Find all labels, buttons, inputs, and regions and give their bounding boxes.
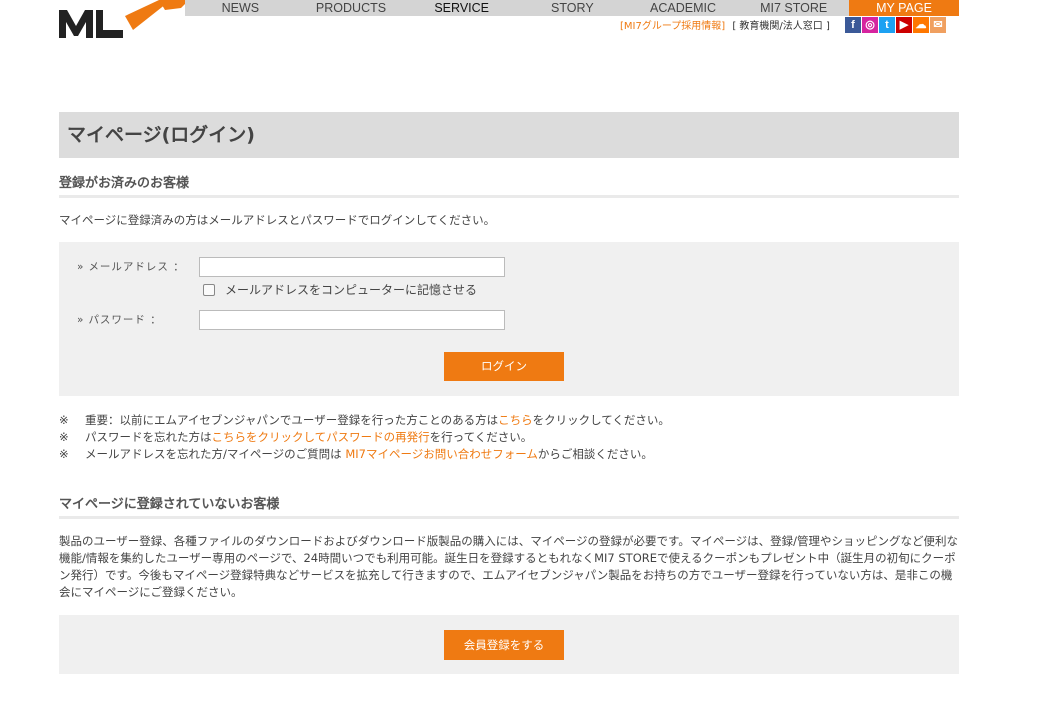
remember-email-label[interactable]: メールアドレスをコンピューターに記憶させる xyxy=(225,281,477,298)
login-intro: マイページに登録済みの方はメールアドレスとパスワードでログインしてください。 xyxy=(59,213,496,227)
login-notes: ※ 重要：以前にエムアイセブンジャパンでユーザー登録を行った方ことのある方はこちら… xyxy=(59,412,959,463)
remember-email-checkbox[interactable] xyxy=(203,283,215,296)
page-title: マイページ(ログイン) xyxy=(59,112,959,158)
recruit-link[interactable]: [MI7グループ採用情報] xyxy=(620,21,725,32)
nav-news[interactable]: NEWS xyxy=(185,0,296,16)
youtube-icon[interactable]: ▶ xyxy=(896,17,912,33)
instagram-icon[interactable]: ◎ xyxy=(862,17,878,33)
email-label-row: » メールアドレス ： xyxy=(77,259,185,274)
password-label: パスワード ： xyxy=(88,314,162,326)
login-form: » メールアドレス ： メールアドレスをコンピューターに記憶させる » パスワード … xyxy=(59,242,959,396)
email-label: メールアドレス ： xyxy=(88,261,185,273)
nav-products[interactable]: PRODUCTS xyxy=(296,0,407,16)
nav-story[interactable]: STORY xyxy=(517,0,628,16)
double-chevron-icon: » xyxy=(77,261,85,273)
main-nav: NEWS PRODUCTS SERVICE STORY ACADEMIC MI7… xyxy=(185,0,960,16)
note-forgot-password: ※ パスワードを忘れた方はこちらをクリックしてパスワードの再発行を行ってください。 xyxy=(59,430,533,444)
nav-my-page[interactable]: MY PAGE xyxy=(849,0,960,16)
legacy-user-link[interactable]: こちら xyxy=(498,413,533,427)
double-chevron-icon: » xyxy=(77,314,85,326)
nav-service[interactable]: SERVICE xyxy=(406,0,517,16)
registered-heading: 登録がお済みのお客様 xyxy=(59,170,959,198)
note-forgot-email: ※ メールアドレスを忘れた方/マイページのご質問は MI7マイページお問い合わせフ… xyxy=(59,447,653,461)
twitter-icon[interactable]: t xyxy=(879,17,895,33)
register-description: 製品のユーザー登録、各種ファイルのダウンロードおよびダウンロード版製品の購入には… xyxy=(59,534,959,599)
register-button[interactable]: 会員登録をする xyxy=(444,630,564,660)
unregistered-section: マイページに登録されていないお客様 製品のユーザー登録、各種ファイルのダウンロー… xyxy=(59,491,959,674)
social-links: f ◎ t ▶ ☁ ✉ xyxy=(845,17,946,33)
login-button[interactable]: ログイン xyxy=(444,352,564,381)
register-box: 会員登録をする xyxy=(59,615,959,674)
main-content: マイページ(ログイン) 登録がお済みのお客様 マイページに登録済みの方はメールア… xyxy=(59,112,959,674)
note-reregister: ※ 重要：以前にエムアイセブンジャパンでユーザー登録を行った方ことのある方はこちら… xyxy=(59,413,670,427)
password-label-row: » パスワード ： xyxy=(77,312,162,327)
password-field[interactable] xyxy=(199,310,505,330)
nav-academic[interactable]: ACADEMIC xyxy=(628,0,739,16)
soundcloud-icon[interactable]: ☁ xyxy=(913,17,929,33)
mail-icon[interactable]: ✉ xyxy=(930,17,946,33)
sub-nav: [MI7グループ採用情報] [ 教育機関/法人窓口 ] xyxy=(620,19,830,35)
unregistered-heading: マイページに登録されていないお客様 xyxy=(59,491,959,519)
education-corporate-link[interactable]: [ 教育機関/法人窓口 ] xyxy=(732,21,830,32)
contact-form-link[interactable]: MI7マイページお問い合わせフォーム xyxy=(345,447,538,461)
password-reset-link[interactable]: こちらをクリックしてパスワードの再発行 xyxy=(212,430,430,444)
mi7-logo[interactable] xyxy=(59,0,189,40)
email-field[interactable] xyxy=(199,257,505,277)
facebook-icon[interactable]: f xyxy=(845,17,861,33)
nav-mi7-store[interactable]: MI7 STORE xyxy=(738,0,849,16)
remember-email-row: メールアドレスをコンピューターに記憶させる xyxy=(203,281,477,298)
